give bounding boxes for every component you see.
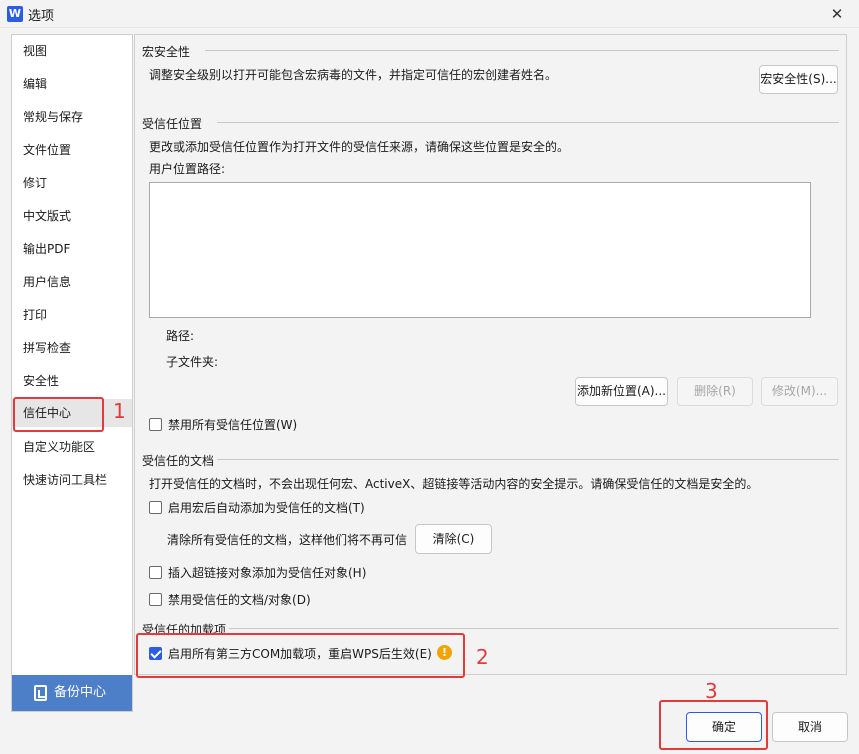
sidebar-item-user-info[interactable]: 用户信息 <box>12 268 132 296</box>
checkbox-box[interactable] <box>149 566 162 579</box>
checkbox-label: 插入超链接对象添加为受信任对象(H) <box>168 566 367 580</box>
backup-center-button[interactable]: 备份中心 <box>12 675 132 711</box>
sidebar-item-export-pdf[interactable]: 输出PDF <box>12 235 132 263</box>
section-title-trusted-documents: 受信任的文档 <box>142 454 215 468</box>
window-title: 选项 <box>28 9 55 24</box>
delete-location-button[interactable]: 删除(R) <box>677 377 753 406</box>
trusted-locations-description: 更改或添加受信任位置作为打开文件的受信任来源，请确保这些位置是安全的。 <box>149 140 570 154</box>
clear-trusted-docs-text: 清除所有受信任的文档，这样他们将不再可信 <box>167 533 408 547</box>
user-locations-label: 用户位置路径: <box>149 162 226 176</box>
backup-doc-icon <box>34 685 47 701</box>
macro-description: 调整安全级别以打开可能包含宏病毒的文件，并指定可信任的宏创建者姓名。 <box>149 68 558 82</box>
add-location-button[interactable]: 添加新位置(A)... <box>575 377 668 406</box>
options-sidebar: 视图 编辑 常规与保存 文件位置 修订 中文版式 输出PDF 用户信息 打印 拼… <box>11 34 133 712</box>
backup-center-label: 备份中心 <box>54 685 107 700</box>
wps-word-icon: W <box>7 6 23 22</box>
divider <box>205 50 839 51</box>
sidebar-item-spell-check[interactable]: 拼写检查 <box>12 334 132 362</box>
modify-location-button[interactable]: 修改(M)... <box>761 377 838 406</box>
annotation-box-com-addins <box>136 633 465 678</box>
annotation-number-2: 2 <box>476 645 489 669</box>
trusted-docs-description: 打开受信任的文档时，不会出现任何宏、ActiveX、超链接等活动内容的安全提示。… <box>149 477 759 491</box>
auto-add-trusted-doc-checkbox[interactable]: 启用宏后自动添加为受信任的文档(T) <box>149 499 449 517</box>
cancel-button[interactable]: 取消 <box>772 712 848 742</box>
sidebar-item-chinese-layout[interactable]: 中文版式 <box>12 202 132 230</box>
sidebar-item-customize-ribbon[interactable]: 自定义功能区 <box>12 433 132 461</box>
sidebar-item-quick-access-toolbar[interactable]: 快速访问工具栏 <box>12 466 132 494</box>
annotation-number-3: 3 <box>705 679 718 703</box>
hyperlink-trusted-object-checkbox[interactable]: 插入超链接对象添加为受信任对象(H) <box>149 564 449 582</box>
trust-center-panel: 宏安全性 调整安全级别以打开可能包含宏病毒的文件，并指定可信任的宏创建者姓名。 … <box>134 34 847 675</box>
title-bar: W 选项 ✕ <box>0 0 859 28</box>
divider <box>217 122 839 123</box>
sidebar-item-view[interactable]: 视图 <box>12 37 132 65</box>
divider <box>229 628 839 629</box>
checkbox-label: 禁用受信任的文档/对象(D) <box>168 593 311 607</box>
macro-security-button[interactable]: 宏安全性(S)... <box>759 65 838 94</box>
section-title-macro-security: 宏安全性 <box>142 45 191 59</box>
disable-all-trusted-locations-checkbox[interactable]: 禁用所有受信任位置(W) <box>149 416 449 434</box>
disable-trusted-docs-checkbox[interactable]: 禁用受信任的文档/对象(D) <box>149 591 449 609</box>
sidebar-item-print[interactable]: 打印 <box>12 301 132 329</box>
clear-trusted-docs-button[interactable]: 清除(C) <box>415 524 492 554</box>
close-button[interactable]: ✕ <box>823 2 851 26</box>
annotation-box-trust-center <box>13 397 104 432</box>
sidebar-item-general-save[interactable]: 常规与保存 <box>12 103 132 131</box>
divider <box>217 459 839 460</box>
checkbox-box[interactable] <box>149 501 162 514</box>
sidebar-item-file-locations[interactable]: 文件位置 <box>12 136 132 164</box>
section-title-trusted-locations: 受信任位置 <box>142 117 203 131</box>
subfolder-label: 子文件夹: <box>166 355 219 369</box>
checkbox-box[interactable] <box>149 418 162 431</box>
path-label: 路径: <box>166 329 195 343</box>
checkbox-label: 禁用所有受信任位置(W) <box>168 418 298 432</box>
trusted-locations-list[interactable] <box>149 182 811 318</box>
sidebar-item-edit[interactable]: 编辑 <box>12 70 132 98</box>
sidebar-item-revisions[interactable]: 修订 <box>12 169 132 197</box>
annotation-box-ok <box>659 700 768 750</box>
sidebar-item-security[interactable]: 安全性 <box>12 367 132 395</box>
annotation-number-1: 1 <box>113 399 126 423</box>
checkbox-box[interactable] <box>149 593 162 606</box>
checkbox-label: 启用宏后自动添加为受信任的文档(T) <box>168 501 365 515</box>
